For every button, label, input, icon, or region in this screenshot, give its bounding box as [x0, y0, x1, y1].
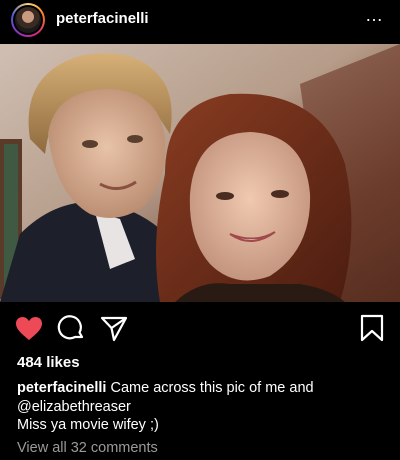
caption: peterfacinelli Came across this pic of m…	[17, 379, 387, 417]
profile-avatar[interactable]	[11, 3, 45, 37]
share-icon[interactable]	[98, 312, 130, 344]
post-username[interactable]: peterfacinelli	[56, 10, 149, 27]
post-header: peterfacinelli …	[0, 0, 400, 40]
post-actions	[0, 312, 400, 346]
likes-count[interactable]: 484 likes	[17, 354, 80, 371]
avatar-image	[15, 7, 41, 33]
caption-username[interactable]: peterfacinelli	[17, 380, 106, 396]
comment-icon-graphic	[57, 315, 84, 340]
post-photo[interactable]	[0, 44, 400, 302]
avatar-ring-inner	[13, 5, 43, 35]
view-comments-link[interactable]: View all 32 comments	[17, 440, 158, 456]
share-icon-graphic	[100, 316, 128, 342]
photo-illustration	[0, 44, 400, 302]
caption-second-line: Miss ya movie wifey ;)	[17, 417, 159, 433]
bookmark-icon[interactable]	[356, 312, 388, 344]
more-options-icon[interactable]: …	[365, 6, 384, 24]
comment-icon[interactable]	[55, 312, 87, 344]
bookmark-icon-graphic	[360, 314, 384, 342]
heart-icon-graphic	[16, 317, 42, 340]
heart-icon[interactable]	[13, 312, 45, 344]
